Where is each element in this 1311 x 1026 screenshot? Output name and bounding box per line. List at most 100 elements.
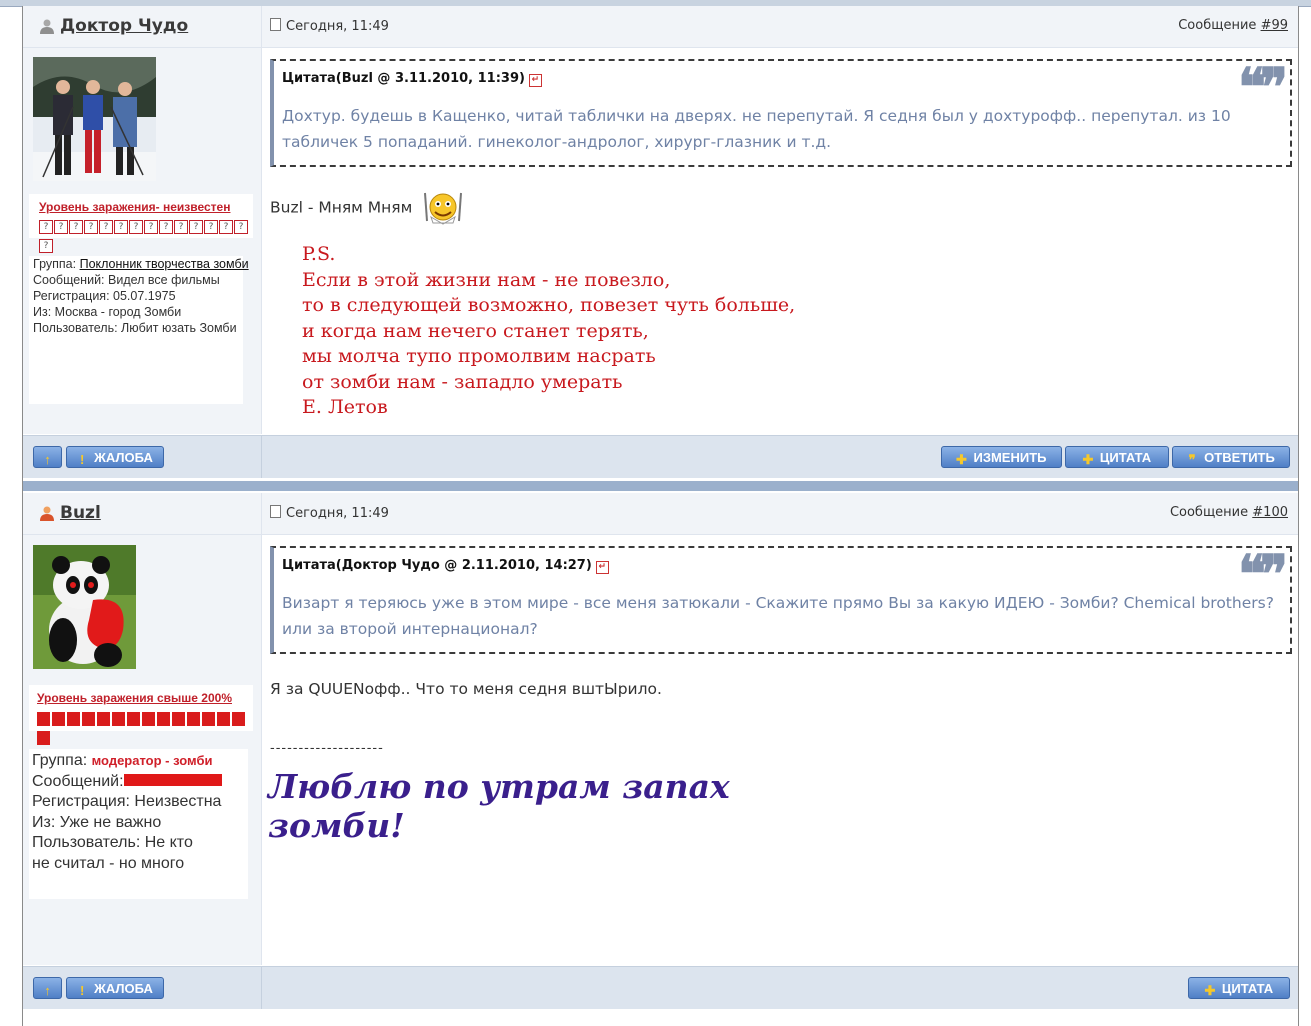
poem-line: P.S.	[302, 243, 336, 265]
author-messages: Сообщений:	[32, 772, 248, 793]
level-box: ?	[99, 220, 113, 234]
poem-line: то в следующей возможно, повезет чуть бо…	[302, 294, 796, 316]
quote-text: Визарт я теряюсь уже в этом мире - все м…	[282, 594, 1274, 638]
author-location: Из: Москва - город Зомби	[33, 305, 182, 319]
author-registration: Регистрация: Неизвестна	[32, 793, 222, 810]
signature-text: Люблю по утрам запах зомби!	[268, 767, 730, 845]
scroll-top-button[interactable]: ↑	[33, 446, 62, 468]
post-date: Сегодня, 11:49	[270, 18, 389, 34]
quote-header-text: Цитата(Доктор Чудо @ 2.11.2010, 14:27)	[282, 558, 592, 573]
post-header: Доктор Чудо Сегодня, 11:49 Сообщение #99	[23, 6, 1298, 48]
level-box: ?	[39, 239, 53, 253]
level-box: ?	[219, 220, 233, 234]
scroll-top-button[interactable]: ↑	[33, 977, 62, 999]
level-box: ?	[84, 220, 98, 234]
author-group-label: Группа:	[32, 752, 88, 769]
infection-level-boxes: ???????????????	[39, 220, 253, 258]
report-button[interactable]: ! ЖАЛОБА	[66, 446, 164, 468]
user-online-icon	[40, 506, 54, 521]
level-bar-segment	[67, 712, 80, 726]
infection-level: Уровень заражения свыше 200%	[37, 691, 232, 705]
level-bar-segment	[112, 712, 125, 726]
signature-box: Люблю по утрам запах зомби!	[266, 761, 853, 869]
level-box: ?	[234, 220, 248, 234]
post-body: Buzl - Мням Мням	[270, 191, 465, 225]
post-date: Сегодня, 11:49	[270, 505, 389, 521]
post-footer: ↑ ! ЖАЛОБА ✚ ИЗМЕНИТЬ ✚ ЦИТАТА ❞ ОТВЕТИТЬ	[23, 435, 1298, 478]
arrow-up-icon: ↑	[44, 452, 51, 467]
post-number-label: Сообщение	[1178, 18, 1257, 33]
exclamation-icon: !	[79, 452, 85, 467]
quote-source-icon[interactable]: ↵	[528, 74, 542, 87]
level-bar-segment	[52, 712, 65, 726]
eating-smiley-icon	[424, 192, 463, 225]
reply-button[interactable]: ❞ ОТВЕТИТЬ	[1172, 446, 1290, 468]
post-ps-poem: P.S. Если в этой жизни нам - не повезло,…	[302, 242, 795, 421]
author-messages: Сообщений: Видел все фильмы	[33, 273, 220, 287]
level-bar-segment	[202, 712, 215, 726]
signature-separator: --------------------	[270, 741, 384, 756]
footer-divider	[261, 967, 262, 1009]
quote-source-icon[interactable]: ↵	[595, 561, 609, 574]
author-user-note-cont: не считал - но много	[32, 854, 185, 872]
author-messages-label: Сообщений:	[32, 772, 124, 790]
plus-icon: ✚	[1082, 452, 1094, 467]
poem-line: мы молча тупо промолвим насрать	[302, 345, 656, 367]
reply-button-label: ОТВЕТИТЬ	[1204, 450, 1275, 465]
level-box: ?	[54, 220, 68, 234]
quote-block: Цитата(Buzl @ 3.11.2010, 11:39) ↵ ❝❞ Дохт…	[270, 57, 1292, 167]
arrow-up-icon: ↑	[44, 983, 51, 998]
author-user-note: Пользователь: Любит юзать Зомби	[33, 321, 237, 335]
author-sidebar: Уровень заражения- неизвестен ??????????…	[23, 48, 262, 434]
level-bar-segment	[217, 712, 230, 726]
report-button[interactable]: ! ЖАЛОБА	[66, 977, 164, 999]
avatar	[33, 57, 156, 181]
quote-button-label: ЦИТАТА	[1221, 981, 1274, 996]
post-separator	[23, 481, 1298, 491]
post-number: Сообщение #99	[1178, 18, 1288, 33]
right-border	[1298, 6, 1299, 1026]
author-link[interactable]: Доктор Чудо	[60, 16, 188, 36]
post-link-icon[interactable]	[270, 505, 281, 518]
author-info: Группа: модератор - зомби Сообщений: Рег…	[29, 749, 248, 899]
quote-text: Дохтур. будешь в Кащенко, читай таблички…	[282, 107, 1231, 151]
post-body: Я за QUUENофф.. Что то меня седня вштЫри…	[270, 680, 662, 698]
level-box: ?	[174, 220, 188, 234]
poem-line: и когда нам нечего станет терять,	[302, 319, 649, 342]
edit-button[interactable]: ✚ ИЗМЕНИТЬ	[941, 446, 1062, 468]
post-header-author-cell: Buzl	[23, 493, 262, 534]
quote-button[interactable]: ✚ ЦИТАТА	[1188, 977, 1290, 999]
quote-header: Цитата(Buzl @ 3.11.2010, 11:39) ↵	[282, 71, 542, 87]
level-box: ?	[114, 220, 128, 234]
level-bar-segment	[157, 712, 170, 726]
poem-line: Е. Летов	[302, 396, 388, 418]
avatar	[33, 545, 136, 669]
post-header-author-cell: Доктор Чудо	[23, 6, 262, 47]
level-bar-segment	[127, 712, 140, 726]
post-date-text: Сегодня, 11:49	[286, 19, 389, 34]
poem-line: Если в этой жизни нам - не повезло,	[302, 268, 671, 291]
post-number-link[interactable]: #99	[1261, 18, 1288, 33]
level-bar-segment	[37, 731, 50, 745]
infection-level-box: Уровень заражения свыше 200%	[29, 685, 253, 745]
level-box: ?	[69, 220, 83, 234]
quote-block: Цитата(Доктор Чудо @ 2.11.2010, 14:27) ↵ …	[270, 544, 1292, 654]
level-bar-segment	[142, 712, 155, 726]
post-date-text: Сегодня, 11:49	[286, 506, 389, 521]
author-group-value: модератор - зомби	[91, 753, 213, 768]
author-sidebar: Уровень заражения свыше 200% Группа: мод…	[23, 535, 262, 965]
post-link-icon[interactable]	[270, 18, 281, 31]
quote-header: Цитата(Доктор Чудо @ 2.11.2010, 14:27) ↵	[282, 558, 609, 574]
author-group-link[interactable]: Поклонник творчества зомби	[80, 257, 249, 271]
post-number-link[interactable]: #100	[1252, 505, 1288, 520]
author-group-label: Группа:	[33, 257, 77, 271]
author-user-note: Пользователь: Не кто	[32, 834, 193, 851]
level-box: ?	[129, 220, 143, 234]
messages-redacted-bar	[123, 773, 222, 786]
author-link[interactable]: Buzl	[60, 503, 101, 523]
exclamation-icon: !	[79, 983, 85, 998]
plus-icon: ✚	[956, 452, 967, 467]
author-location: Из: Уже не важно	[32, 813, 162, 831]
quote-button[interactable]: ✚ ЦИТАТА	[1065, 446, 1169, 468]
author-registration: Регистрация: 05.07.1975	[33, 289, 176, 303]
